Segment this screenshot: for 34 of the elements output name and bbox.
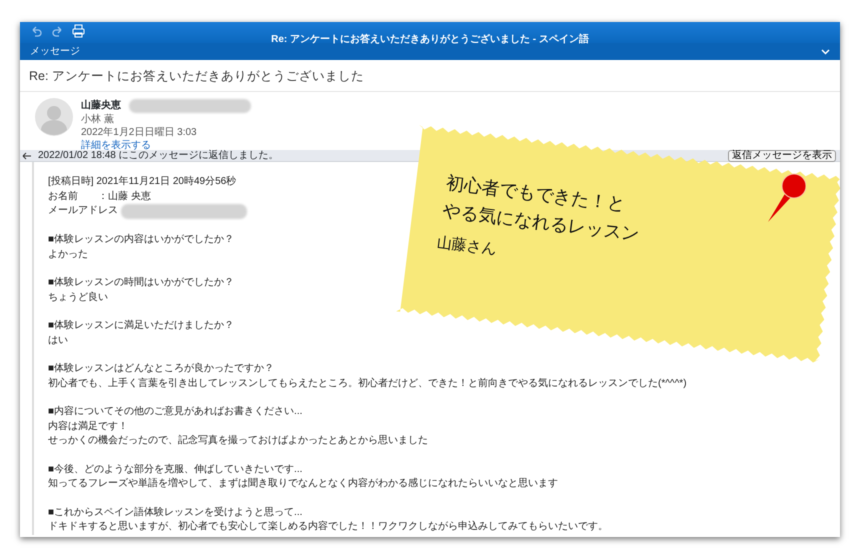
ribbon-tab[interactable]: メッセージ: [30, 44, 80, 59]
sender-name: 山藤央恵: [81, 98, 121, 113]
body-text: ちょうど良い: [48, 290, 108, 304]
arrow-left-icon: [22, 152, 32, 160]
recipient-name: 小林 薫: [81, 113, 115, 126]
show-reply-button[interactable]: 返信メッセージを表示: [728, 150, 836, 162]
body-text: ドキドキすると思いますが、初心者でも安心して楽しめる内容でした！！ワクワクしながら申込みしてみてもらいたいです。: [48, 520, 608, 534]
printer-icon[interactable]: [72, 24, 85, 38]
body-text: メールアドレス: [48, 204, 118, 218]
body-text: 初心者でも、上手く言葉を引き出してレッスンしてもらえたところ。初心者だけど、できた！と前向きでやる気になれるレッスンでした(*^^^*): [48, 376, 687, 390]
reply-notice: 2022/01/02 18:48 にこのメッセージに返信しました。: [38, 150, 279, 163]
undo-icon[interactable]: [30, 26, 42, 37]
body-text: ■体験レッスンに満足いただけましたか？: [48, 319, 234, 333]
body-text: よかった: [48, 248, 88, 262]
note-signature: 山藤さん: [435, 232, 498, 260]
pushpin-icon: [768, 174, 806, 222]
body-text: ■体験レッスンの内容はいかがでしたか？: [48, 233, 234, 247]
body-text: ■内容についてその他のご意見があればお書きください...: [48, 405, 302, 419]
body-text: 知ってるフレーズや単語を増やして、まずは聞き取りでなんとなく内容がわかる感じになれたらいいなと思います: [48, 477, 558, 491]
sent-date: 2022年1月2日日曜日 3:03: [81, 126, 198, 139]
message-subject: Re: アンケートにお答えいただきありがとうございました: [29, 69, 364, 83]
body-text: ■今後、どのような部分を克服、伸ばしていきたいです...: [48, 462, 302, 476]
body-text: [投稿日時] 2021年11月21日 20時49分56秒: [48, 175, 236, 189]
body-text: ■これからスペイン語体験レッスンを受けようと思って...: [48, 506, 302, 520]
body-text: ■体験レッスンの時間はいかがでしたか？: [48, 276, 234, 290]
body-text: せっかくの機会だったので、記念写真を撮っておけばよかったとあとから思いました: [48, 434, 428, 448]
window-title: Re: アンケートにお答えいただきありがとうございました - スペイン語: [271, 32, 589, 47]
body-text: 内容は満足です！: [48, 420, 128, 434]
chevron-down-icon[interactable]: [821, 48, 830, 54]
redo-icon[interactable]: [52, 26, 64, 37]
avatar: [35, 98, 73, 136]
body-text: ■体験レッスンはどんなところが良かったですか？: [48, 362, 274, 376]
body-text: はい: [48, 334, 68, 348]
body-text: お名前 ：山藤 央恵: [48, 190, 151, 204]
